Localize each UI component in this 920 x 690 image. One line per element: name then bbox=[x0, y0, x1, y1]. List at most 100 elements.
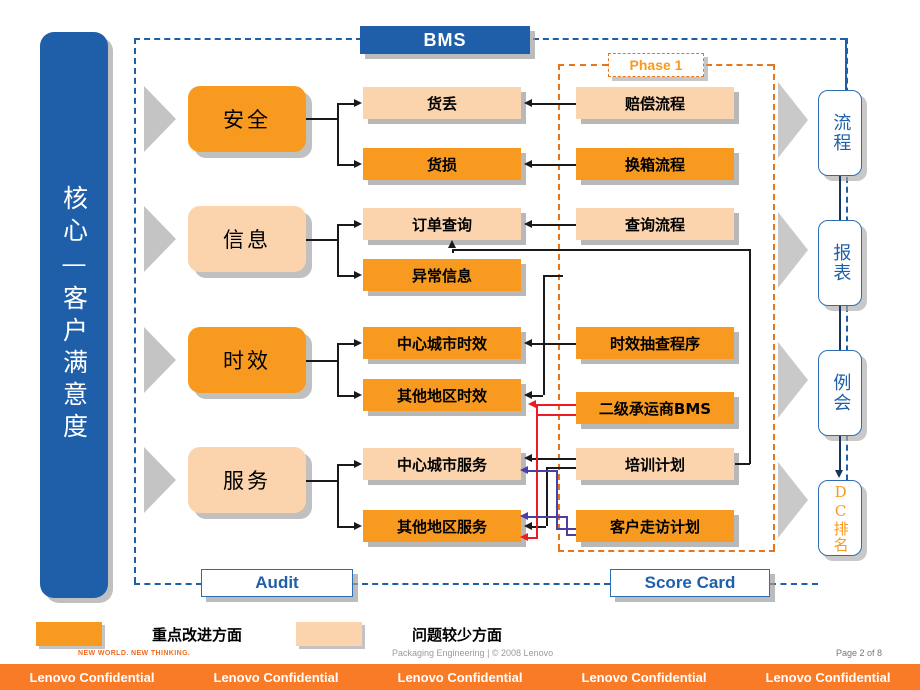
metric-label: 其他地区时效 bbox=[396, 386, 487, 405]
metric-label: 中心城市时效 bbox=[396, 334, 487, 353]
arrowhead-cargo-lost-in bbox=[524, 99, 532, 107]
initiative-label: 查询流程 bbox=[624, 215, 685, 234]
output-connector-1 bbox=[839, 176, 841, 220]
frame-to-process-connector bbox=[845, 38, 847, 90]
output-connector-2 bbox=[839, 306, 841, 350]
initiative-card-claim-process[interactable]: 赔偿流程 bbox=[576, 87, 734, 119]
arrowhead-central-city-service-purple bbox=[520, 466, 528, 474]
orange-dashed-frame-top-left bbox=[558, 64, 608, 66]
branch-safety-stem bbox=[306, 118, 338, 120]
score-card-box[interactable]: Score Card bbox=[610, 569, 770, 597]
arrowhead-order-query-in bbox=[524, 220, 532, 228]
arrowhead-to-central-city-timeliness bbox=[354, 339, 362, 347]
gray-arrow-right-1 bbox=[778, 82, 808, 158]
output-label: DC排名 bbox=[831, 483, 850, 553]
branch-safety-to-m1 bbox=[337, 103, 355, 105]
long-feedback-vertical bbox=[749, 249, 751, 464]
initiative-label: 客户走访计划 bbox=[609, 517, 700, 536]
metric-card-other-region-service[interactable]: 其他地区服务 bbox=[363, 510, 521, 542]
bms-header-box[interactable]: BMS bbox=[360, 26, 530, 54]
link-training-to-other-service-c bbox=[532, 526, 546, 528]
legend-label-minor: 问题较少方面 bbox=[412, 626, 503, 644]
link-claim-to-cargo-lost bbox=[532, 103, 576, 105]
branch-service-spine bbox=[337, 464, 339, 526]
orange-dashed-frame-right bbox=[773, 64, 775, 550]
initiative-label: 时效抽查程序 bbox=[609, 334, 700, 353]
arrowhead-to-cargo-lost bbox=[354, 99, 362, 107]
link-carrier-red-a bbox=[536, 414, 576, 416]
orange-dashed-frame-top-right bbox=[706, 64, 773, 66]
arrowhead-other-service-purple bbox=[520, 512, 528, 520]
metric-label: 异常信息 bbox=[411, 266, 472, 285]
metric-card-other-region-timeliness[interactable]: 其他地区时效 bbox=[363, 379, 521, 411]
initiative-card-box-change-process[interactable]: 换箱流程 bbox=[576, 148, 734, 180]
metric-card-central-city-timeliness[interactable]: 中心城市时效 bbox=[363, 327, 521, 359]
gray-arrow-left-3 bbox=[144, 327, 176, 393]
initiative-card-query-process[interactable]: 查询流程 bbox=[576, 208, 734, 240]
output-box-meeting[interactable]: 例会 bbox=[818, 350, 862, 436]
initiative-card-training-plan[interactable]: 培训计划 bbox=[576, 448, 734, 480]
metric-card-cargo-damage[interactable]: 货损 bbox=[363, 148, 521, 180]
confidential-label: Lenovo Confidential bbox=[397, 669, 523, 685]
gray-arrow-left-4 bbox=[144, 447, 176, 513]
metric-card-exception-info[interactable]: 异常信息 bbox=[363, 259, 521, 291]
link-visit-purple-e bbox=[566, 516, 568, 534]
confidential-bar: Lenovo Confidential Lenovo Confidential Le… bbox=[0, 664, 920, 690]
gray-arrow-right-4 bbox=[778, 462, 808, 538]
output-connector-arrowhead bbox=[835, 470, 843, 478]
branch-service-stem bbox=[306, 480, 338, 482]
branch-safety-to-m2 bbox=[337, 164, 355, 166]
gray-arrow-left-1 bbox=[144, 86, 176, 152]
branch-safety-spine bbox=[337, 103, 339, 164]
branch-timeliness-to-m6 bbox=[337, 395, 355, 397]
arrowhead-other-region-timeliness-in bbox=[524, 391, 532, 399]
output-label: 报表 bbox=[830, 243, 852, 283]
legend-swatch-minor bbox=[296, 622, 362, 646]
initiative-card-customer-visit-plan[interactable]: 客户走访计划 bbox=[576, 510, 734, 542]
initiative-card-secondary-carrier-bms[interactable]: 二级承运商BMS bbox=[576, 392, 734, 424]
phase-1-label: Phase 1 bbox=[629, 57, 683, 73]
blue-dashed-frame-left bbox=[134, 38, 136, 583]
category-label: 信息 bbox=[223, 228, 271, 252]
branch-info-to-m4 bbox=[337, 275, 355, 277]
slide-canvas: 核心—客户满意度 BMS Phase 1 安全 信息 时效 服务 货丢 货损 订… bbox=[0, 0, 920, 690]
initiative-label: 赔偿流程 bbox=[624, 94, 685, 113]
legend-label-priority: 重点改进方面 bbox=[152, 626, 243, 644]
initiative-card-timeliness-audit-procedure[interactable]: 时效抽查程序 bbox=[576, 327, 734, 359]
output-box-dc-ranking[interactable]: DC排名 bbox=[818, 480, 862, 556]
link-training-to-other-service-a bbox=[546, 467, 576, 469]
arrowhead-other-service-red bbox=[520, 533, 528, 541]
category-card-service[interactable]: 服务 bbox=[188, 447, 306, 513]
category-card-timeliness[interactable]: 时效 bbox=[188, 327, 306, 393]
core-objective-pillar: 核心—客户满意度 bbox=[40, 32, 108, 598]
metric-card-cargo-lost[interactable]: 货丢 bbox=[363, 87, 521, 119]
credit-line: Packaging Engineering | © 2008 Lenovo bbox=[392, 648, 554, 658]
blue-dashed-frame-bottom-left bbox=[134, 583, 202, 585]
page-number: Page 2 of 8 bbox=[836, 648, 883, 658]
metric-card-order-query[interactable]: 订单查询 bbox=[363, 208, 521, 240]
metric-card-central-city-service[interactable]: 中心城市服务 bbox=[363, 448, 521, 480]
initiative-label: 培训计划 bbox=[624, 455, 685, 474]
long-feedback-horizontal-bottom bbox=[735, 463, 750, 465]
branch-service-to-m8 bbox=[337, 526, 355, 528]
arrowhead-to-central-city-service bbox=[354, 460, 362, 468]
metric-label: 货损 bbox=[426, 155, 457, 174]
confidential-label: Lenovo Confidential bbox=[765, 669, 891, 685]
output-label: 流程 bbox=[830, 113, 852, 153]
blue-dashed-frame-top-left bbox=[134, 38, 362, 40]
output-box-report[interactable]: 报表 bbox=[818, 220, 862, 306]
arrowhead-to-cargo-damage bbox=[354, 160, 362, 168]
gray-arrow-left-2 bbox=[144, 206, 176, 272]
output-box-process[interactable]: 流程 bbox=[818, 90, 862, 176]
branch-info-stem bbox=[306, 239, 338, 241]
category-card-safety[interactable]: 安全 bbox=[188, 86, 306, 152]
audit-label: Audit bbox=[255, 573, 299, 592]
long-feedback-horizontal-top bbox=[452, 249, 750, 251]
arrowhead-cargo-damage-in bbox=[524, 160, 532, 168]
initiative-label: 换箱流程 bbox=[624, 155, 685, 174]
branch-info-spine bbox=[337, 224, 339, 275]
orange-dashed-frame-left bbox=[558, 64, 560, 550]
audit-box[interactable]: Audit bbox=[201, 569, 353, 597]
category-card-information[interactable]: 信息 bbox=[188, 206, 306, 272]
branch-timeliness-to-m5 bbox=[337, 343, 355, 345]
